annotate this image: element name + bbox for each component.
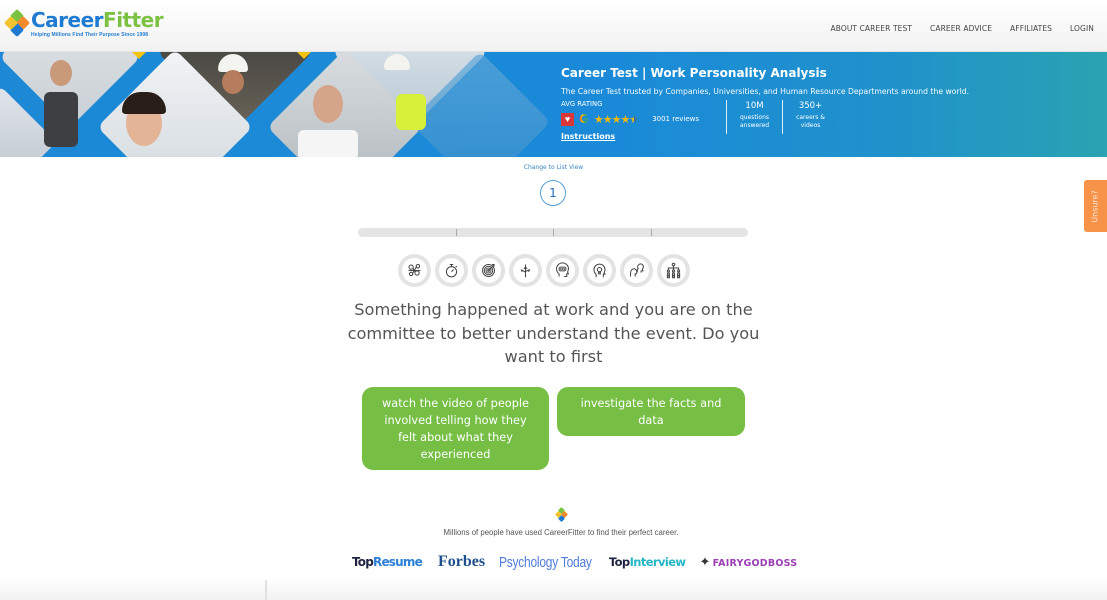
- face-engineer: [222, 70, 244, 94]
- head-lightbulb-icon: [583, 254, 616, 287]
- unsure-label: Unsure?: [1091, 189, 1101, 223]
- org-chart-icon: [657, 254, 690, 287]
- stats-row: AVG RATING ♥ G ★★★★★ 3001 reviews Instru…: [561, 100, 969, 144]
- puzzle-logo-icon: [3, 8, 31, 37]
- avg-rating: AVG RATING ♥ G ★★★★★ 3001 reviews Instru…: [561, 100, 726, 144]
- nav-login[interactable]: LOGIN: [1070, 24, 1094, 33]
- topresume-logo: TopResume: [352, 555, 423, 569]
- nav-about-career-test[interactable]: ABOUT CAREER TEST: [830, 24, 912, 33]
- logo-tagline: Helping Millions Find Their Purpose Sinc…: [31, 32, 149, 38]
- unsure-side-tab[interactable]: Unsure?: [1084, 180, 1107, 232]
- forbes-logo: Forbes: [437, 553, 486, 570]
- stat-number: 10M: [745, 101, 764, 111]
- instructions-link[interactable]: Instructions: [561, 132, 615, 141]
- stat-questions: 10M questions answered: [726, 100, 782, 134]
- nav-career-advice[interactable]: CAREER ADVICE: [930, 24, 992, 33]
- avg-rating-label: AVG RATING: [561, 100, 603, 108]
- logo-wordmark: CareerFitter: [31, 8, 164, 32]
- stopwatch-icon: [435, 254, 468, 287]
- crossroads-arrows-icon: [509, 254, 542, 287]
- star-half-icon: ★: [629, 113, 639, 126]
- answer-option-2[interactable]: investigate the facts and data: [557, 387, 745, 436]
- target-icon: [472, 254, 505, 287]
- two-heads-dialogue-icon: [620, 254, 653, 287]
- progress-bar: [358, 228, 748, 237]
- trust-statement: Millions of people have used CareerFitte…: [443, 528, 679, 537]
- face-barista: [50, 60, 72, 86]
- psychology-today-logo: Psychology Today: [499, 553, 592, 571]
- hero-banner: Career Test | Work Personality Analysis …: [0, 52, 1107, 157]
- careerfitter-logo[interactable]: CareerFitter Helping Millions Find Their…: [3, 8, 164, 38]
- head-chat-icon: [546, 254, 579, 287]
- banner-info: Career Test | Work Personality Analysis …: [561, 66, 969, 144]
- divider: [265, 580, 267, 600]
- stat-label: questions answered: [739, 114, 770, 129]
- stars-full-icon: ★★★★: [593, 113, 630, 126]
- heart-icon: ♥: [561, 112, 574, 126]
- banner-subtitle: The Career Test trusted by Companies, Un…: [561, 87, 970, 96]
- stat-label: careers & videos: [796, 114, 825, 129]
- question-text: Something happened at work and you are o…: [347, 300, 760, 366]
- answer-option-1[interactable]: watch the video of people involved telli…: [362, 387, 549, 470]
- banner-title: Career Test | Work Personality Analysis: [561, 66, 827, 80]
- careerfitter-mini-logo-icon: [554, 506, 569, 523]
- review-count[interactable]: 3001 reviews: [652, 115, 699, 123]
- stat-number: 350+: [798, 101, 823, 111]
- bottom-shade: [0, 578, 1107, 600]
- main-nav: ABOUT CAREER TEST CAREER ADVICE AFFILIAT…: [830, 24, 1094, 33]
- topinterview-logo: TopInterview: [608, 555, 686, 569]
- site-header: CareerFitter Helping Millions Find Their…: [0, 0, 1107, 52]
- shirt-worker: [298, 130, 358, 157]
- stat-careers: 350+ careers & videos: [782, 100, 838, 134]
- question-number-badge: 1: [540, 180, 566, 206]
- google-icon: G: [579, 112, 589, 126]
- gears-network-icon: [398, 254, 431, 287]
- press-logos: TopResume Forbes Psychology Today TopInt…: [352, 553, 811, 571]
- face-older-worker: [313, 85, 343, 123]
- fairygodboss-logo: ✦ FAIRYGODBOSS: [699, 554, 798, 570]
- star-rating: ★★★★★: [593, 113, 639, 126]
- progress-segment-tick: [553, 229, 554, 236]
- progress-segment-tick: [455, 229, 457, 236]
- nav-affiliates[interactable]: AFFILIATES: [1010, 24, 1052, 33]
- change-to-list-view-link[interactable]: Change to List View: [0, 164, 1107, 171]
- progress-segment-tick: [650, 229, 652, 236]
- safety-vest: [396, 94, 426, 130]
- category-icons: [398, 254, 690, 287]
- fairy-figure-icon: ✦: [699, 554, 711, 570]
- apron: [44, 92, 78, 147]
